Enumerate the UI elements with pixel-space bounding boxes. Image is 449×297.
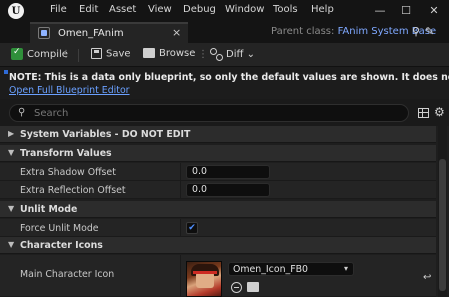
scrollbar-thumb[interactable] xyxy=(439,159,446,291)
diff-button[interactable]: Diff ⌄ xyxy=(210,48,255,61)
property-label: Force Unlit Mode xyxy=(20,223,99,234)
chevron-down-icon: ▾ xyxy=(343,264,348,273)
category-label: System Variables - DO NOT EDIT xyxy=(20,129,191,140)
tab-omen-fanim[interactable]: Omen_FAnim × xyxy=(30,22,188,43)
menu-bar: U File Edit Asset View Debug Window Tool… xyxy=(0,0,449,22)
browse-to-asset-icon[interactable] xyxy=(247,282,259,292)
blueprint-icon xyxy=(38,27,50,39)
category-label: Character Icons xyxy=(20,240,103,251)
data-only-notice: NOTE: This is a data only blueprint, so … xyxy=(0,67,449,99)
portrait-face xyxy=(196,272,214,288)
minimize-button[interactable]: — xyxy=(371,3,389,19)
compile-button[interactable]: Compile xyxy=(11,47,68,60)
toolbar: Compile ⋮ Save Browse ⋮ Diff ⌄ xyxy=(0,43,449,67)
tab-title: Omen_FAnim xyxy=(58,28,124,39)
compile-status-icon xyxy=(11,47,23,60)
category-label: Unlit Mode xyxy=(20,204,78,215)
property-row-main-character-icon: Main Character Icon Omen_Icon_FB0 ▾ ↩ xyxy=(0,255,436,297)
find-parent-class-icon[interactable]: ⚲ xyxy=(412,25,420,38)
asset-picker-dropdown[interactable]: Omen_Icon_FB0 ▾ xyxy=(228,262,354,276)
browse-button[interactable]: Browse xyxy=(143,48,195,59)
search-input[interactable] xyxy=(34,106,394,120)
category-transform-values[interactable]: ▼ Transform Values xyxy=(0,145,436,162)
save-button[interactable]: Save xyxy=(91,48,131,60)
menu-tools[interactable]: Tools xyxy=(273,4,298,15)
expanded-arrow-icon: ▼ xyxy=(8,204,15,213)
save-icon xyxy=(91,48,102,59)
compile-options-icon[interactable]: ⋮ xyxy=(61,49,71,60)
category-label: Transform Values xyxy=(20,148,112,159)
menu-help[interactable]: Help xyxy=(311,4,334,15)
toolbar-divider xyxy=(78,49,79,62)
property-row-force-unlit-mode: Force Unlit Mode ✔ xyxy=(0,219,436,237)
details-panel: ▶ System Variables - DO NOT EDIT ▼ Trans… xyxy=(0,126,449,297)
column-divider[interactable] xyxy=(180,181,181,198)
edit-parent-class-icon[interactable]: ✎ xyxy=(425,25,434,38)
character-portrait-thumbnail[interactable] xyxy=(186,261,222,297)
menu-asset[interactable]: Asset xyxy=(109,4,136,15)
search-box: ⚲ xyxy=(9,104,409,122)
reset-to-default-icon[interactable]: ↩ xyxy=(423,272,431,283)
menu-view[interactable]: View xyxy=(148,4,172,15)
details-scrollbar[interactable] xyxy=(438,126,447,297)
expanded-arrow-icon: ▼ xyxy=(8,148,15,157)
column-divider[interactable] xyxy=(180,255,181,296)
property-label: Main Character Icon xyxy=(20,269,115,280)
maximize-button[interactable]: ☐ xyxy=(397,3,415,19)
parent-class-link[interactable]: FAnim System Base xyxy=(338,26,437,37)
gear-icon[interactable]: ⚙ xyxy=(434,105,445,119)
close-window-button[interactable]: ✕ xyxy=(425,3,443,19)
column-divider[interactable] xyxy=(180,219,181,236)
parent-class-label: Parent class: xyxy=(271,26,335,37)
folder-icon xyxy=(143,48,155,58)
diff-icon xyxy=(210,48,223,61)
use-selected-asset-icon[interactable] xyxy=(231,282,242,293)
portrait-headband xyxy=(193,271,217,274)
save-label: Save xyxy=(106,48,131,60)
open-full-blueprint-editor-link[interactable]: Open Full Blueprint Editor xyxy=(9,85,130,96)
extra-shadow-offset-field[interactable]: 0.0 xyxy=(186,165,270,179)
property-matrix-icon[interactable] xyxy=(418,108,429,118)
collapsed-arrow-icon: ▶ xyxy=(8,129,15,138)
column-divider[interactable] xyxy=(180,163,181,180)
force-unlit-mode-checkbox[interactable]: ✔ xyxy=(186,222,198,234)
category-unlit-mode[interactable]: ▼ Unlit Mode xyxy=(0,201,436,218)
diff-label: Diff xyxy=(226,49,244,60)
property-label: Extra Shadow Offset xyxy=(20,167,116,178)
selected-asset-name: Omen_Icon_FB0 xyxy=(233,264,308,275)
menu-debug[interactable]: Debug xyxy=(183,4,216,15)
menu-edit[interactable]: Edit xyxy=(79,4,98,15)
expanded-arrow-icon: ▼ xyxy=(8,240,15,249)
property-row-extra-shadow-offset: Extra Shadow Offset 0.0 xyxy=(0,163,436,181)
category-character-icons[interactable]: ▼ Character Icons xyxy=(0,237,436,254)
blueprint-editor-window: U File Edit Asset View Debug Window Tool… xyxy=(0,0,449,297)
property-row-extra-reflection-offset: Extra Reflection Offset 0.0 xyxy=(0,181,436,199)
chevron-down-icon: ⌄ xyxy=(246,49,255,60)
details-search-row: ⚲ ⚙ xyxy=(0,102,449,124)
notice-marker xyxy=(4,70,8,74)
menu-window[interactable]: Window xyxy=(225,4,264,15)
search-icon: ⚲ xyxy=(18,107,26,118)
property-label: Extra Reflection Offset xyxy=(20,185,126,196)
more-options-icon[interactable]: ⋮ xyxy=(198,49,208,60)
browse-label: Browse xyxy=(159,48,196,59)
category-system-variables[interactable]: ▶ System Variables - DO NOT EDIT xyxy=(0,126,436,143)
notice-text: NOTE: This is a data only blueprint, so … xyxy=(9,72,449,83)
unreal-logo-icon[interactable]: U xyxy=(8,3,24,19)
menu-file[interactable]: File xyxy=(50,4,67,15)
close-tab-icon[interactable]: × xyxy=(172,26,181,39)
extra-reflection-offset-field[interactable]: 0.0 xyxy=(186,183,270,197)
